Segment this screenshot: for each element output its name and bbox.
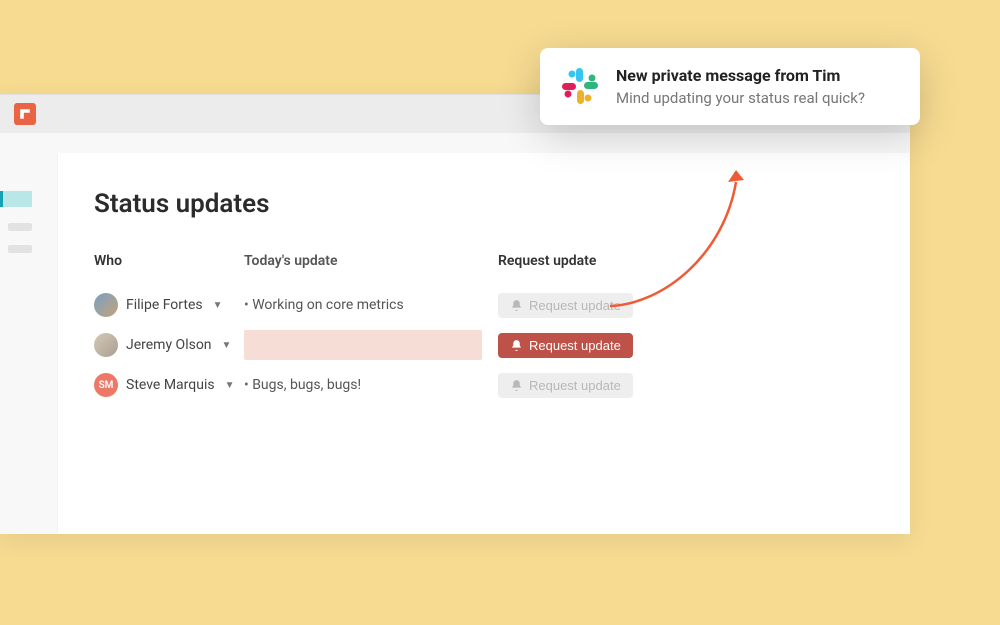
update-text: Bugs, bugs, bugs! <box>244 377 361 393</box>
chevron-down-icon[interactable]: ▼ <box>222 340 232 351</box>
avatar-initials: SM <box>99 380 114 391</box>
table-row: SM Steve Marquis ▼ Bugs, bugs, bugs! Req… <box>94 365 874 405</box>
chevron-down-icon[interactable]: ▼ <box>225 380 235 391</box>
table-row: Jeremy Olson ▼ Request update <box>94 325 874 365</box>
avatar <box>94 293 118 317</box>
col-header-who: Who <box>94 253 244 269</box>
bell-icon <box>510 339 523 352</box>
table-header: Who Today's update Request update <box>94 241 874 281</box>
avatar <box>94 333 118 357</box>
sidebar-item-active[interactable] <box>0 191 32 207</box>
bell-icon <box>510 299 523 312</box>
bell-icon <box>510 379 523 392</box>
chevron-down-icon[interactable]: ▼ <box>213 300 223 311</box>
request-update-button: Request update <box>498 373 633 398</box>
col-header-update: Today's update <box>244 253 498 269</box>
sidebar <box>0 133 40 534</box>
app-window: Status updates Who Today's update Reques… <box>0 94 910 534</box>
request-update-button[interactable]: Request update <box>498 333 633 358</box>
person-name: Filipe Fortes <box>126 297 203 313</box>
notification-body: Mind updating your status real quick? <box>616 89 865 107</box>
page-title: Status updates <box>94 189 874 219</box>
app-logo <box>14 103 36 125</box>
slack-notification[interactable]: New private message from Tim Mind updati… <box>540 48 920 125</box>
avatar: SM <box>94 373 118 397</box>
person-name: Jeremy Olson <box>126 337 212 353</box>
col-header-request: Request update <box>498 253 658 269</box>
button-label: Request update <box>529 378 621 393</box>
window-body: Status updates Who Today's update Reques… <box>0 133 910 534</box>
notification-title: New private message from Tim <box>616 66 865 85</box>
slack-icon <box>560 66 600 106</box>
sidebar-item[interactable] <box>8 245 32 253</box>
main-panel: Status updates Who Today's update Reques… <box>58 153 910 534</box>
empty-update-cell[interactable] <box>244 330 482 360</box>
request-update-button: Request update <box>498 293 633 318</box>
table-row: Filipe Fortes ▼ Working on core metrics … <box>94 285 874 325</box>
sidebar-item[interactable] <box>8 223 32 231</box>
button-label: Request update <box>529 338 621 353</box>
person-name: Steve Marquis <box>126 377 215 393</box>
button-label: Request update <box>529 298 621 313</box>
update-text: Working on core metrics <box>244 297 404 313</box>
